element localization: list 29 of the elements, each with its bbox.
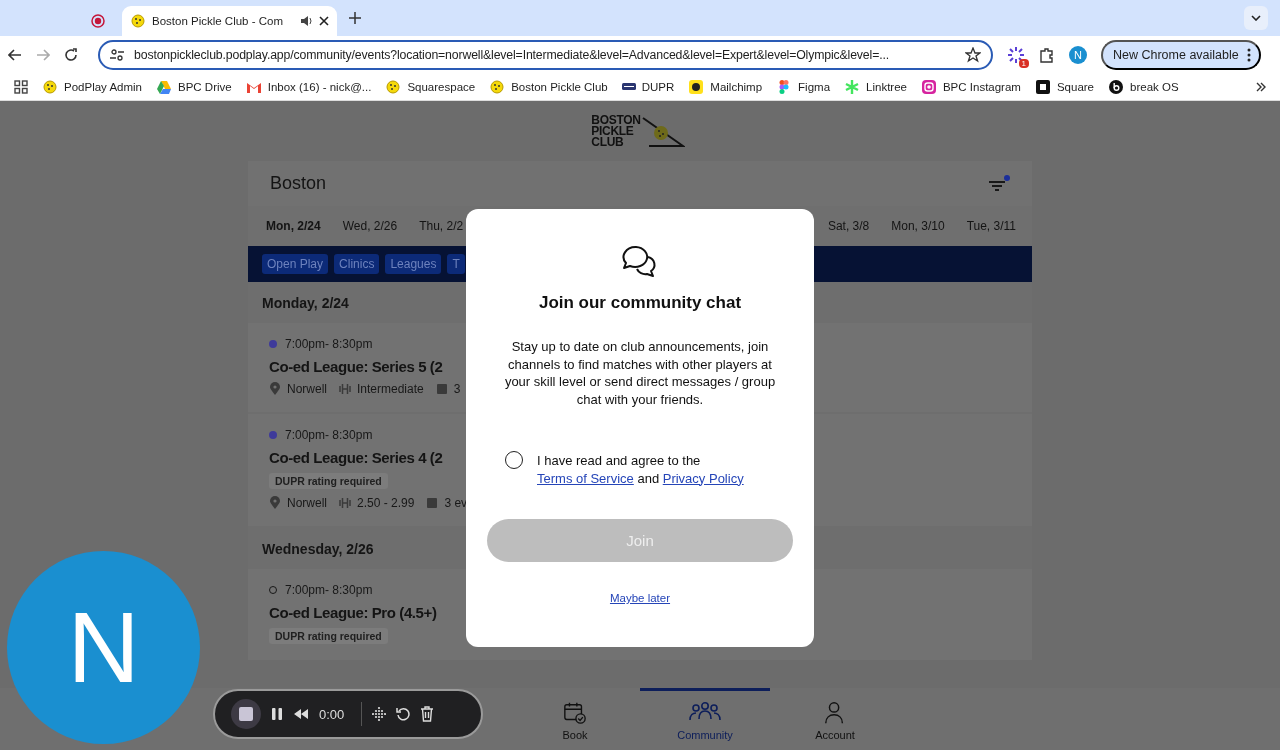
day-heading: Monday, 2/24 — [262, 293, 349, 313]
event-title: Co-ed League: Series 5 (2 — [269, 358, 443, 375]
event-detail: 2.50 - 2.99 — [357, 496, 415, 510]
event-detail: Norwell — [287, 496, 327, 510]
webcam-avatar: N — [7, 551, 200, 744]
requirement-tag: DUPR rating required — [269, 473, 388, 489]
event-detail: Intermediate — [357, 382, 424, 396]
dialog-message: Stay up to date on club announcements, join channels to find matches with other players at your skill level or send direct messages / group chat with your friends. — [504, 338, 776, 408]
event-time: 7:00pm- 8:30pm — [285, 337, 373, 351]
day-heading: Wednesday, 2/26 — [262, 539, 374, 559]
logo-wordmark: BOSTON PICKLE CLUB — [591, 114, 641, 148]
event-detail: Norwell — [287, 382, 327, 396]
nav-label: Community — [677, 729, 733, 741]
event-time: 7:00pm- 8:30pm — [285, 428, 373, 442]
tab-title: Boston Pickle Club - Com — [152, 15, 285, 27]
notification-badge: 1 — [1018, 58, 1029, 68]
nav-label: Account — [815, 729, 855, 741]
recording-timer: 0:00 — [319, 706, 346, 722]
consent-text: I have read and agree to the Terms of Service and Privacy Policy — [537, 452, 745, 487]
event-detail: 3 ev — [444, 496, 468, 510]
event-title: Co-ed League: Pro (4.5+) — [269, 604, 437, 621]
requirement-tag: DUPR rating required — [269, 628, 388, 644]
dialog-title: Join our community chat — [538, 293, 742, 313]
event-title: Co-ed League: Series 4 (2 — [269, 449, 443, 466]
location-title: Boston — [270, 173, 327, 194]
url-text: bostonpickleclub.podplay.app/community/events?location=norwell&level=Intermediate&level=Advanced&level=Expert&level=Olympic&level=... — [134, 47, 890, 62]
nav-label: Book — [562, 729, 588, 741]
event-time: 7:00pm- 8:30pm — [285, 583, 373, 597]
event-detail: 3 — [453, 382, 461, 396]
